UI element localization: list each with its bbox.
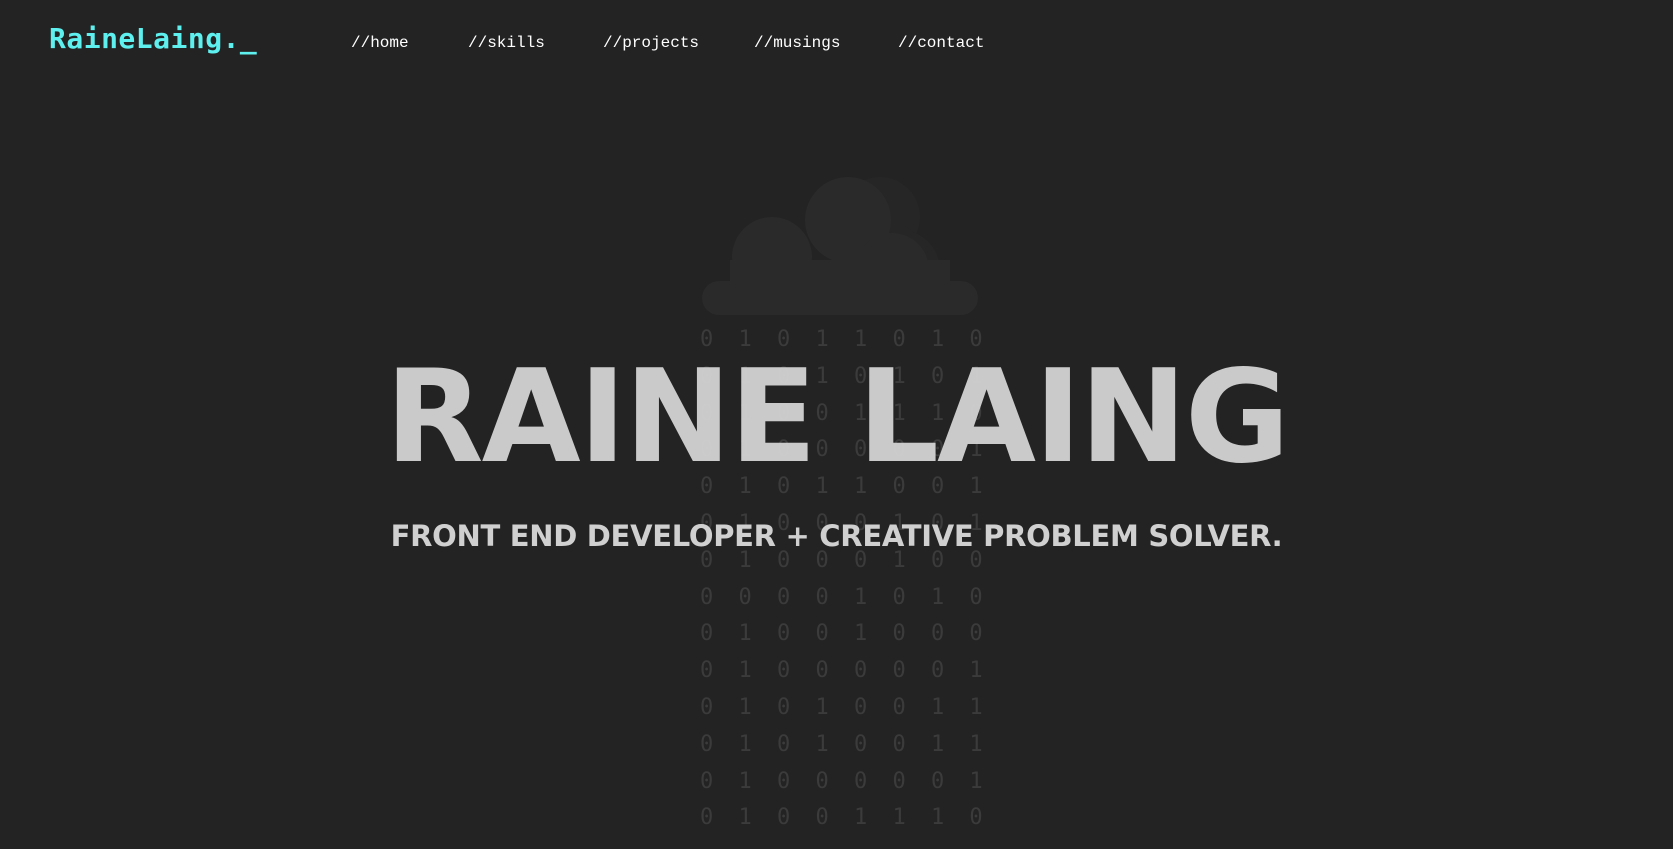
hero-title: RAINE LAING	[385, 343, 1290, 492]
nav-link-contact[interactable]: //contact	[898, 34, 984, 52]
nav-link-skills[interactable]: //skills	[468, 34, 545, 52]
binary-line: 0 1 0 1 0 0 1 1	[700, 694, 989, 720]
logo-link[interactable]: RaineLaing._	[49, 22, 257, 55]
binary-line: 0 1 0 1 0 0 1 1	[700, 731, 989, 757]
hero-subtitle: FRONT END DEVELOPER + CREATIVE PROBLEM S…	[390, 519, 1283, 553]
nav-link-projects[interactable]: //projects	[603, 34, 699, 52]
site-header: RaineLaing._ //home //skills //projects …	[0, 0, 1673, 90]
binary-line: 0 1 0 0 1 1 1 0	[700, 805, 989, 831]
nav-link-musings[interactable]: //musings	[754, 34, 840, 52]
cloud-icon	[702, 177, 978, 315]
binary-line: 0 1 0 0 0 0 0 1	[700, 658, 989, 684]
binary-line: 0 1 0 0 0 0 0 1	[700, 768, 989, 794]
binary-line: 0 1 0 0 1 0 0 0	[700, 621, 989, 647]
nav-link-home[interactable]: //home	[351, 34, 409, 52]
binary-line: 0 0 0 0 1 0 1 0	[700, 584, 989, 610]
